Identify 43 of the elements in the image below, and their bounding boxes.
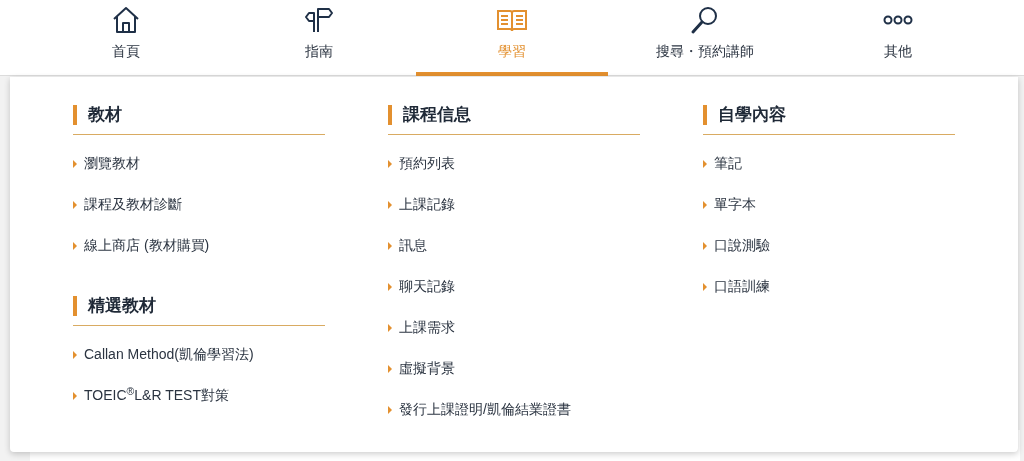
section-heading: 精選教材 bbox=[73, 296, 325, 316]
menu-link[interactable]: 上課記錄 bbox=[399, 194, 455, 215]
caret-icon bbox=[388, 364, 392, 373]
caret-icon bbox=[703, 241, 707, 250]
caret-icon bbox=[388, 159, 392, 168]
search-icon bbox=[689, 5, 720, 35]
menu-link[interactable]: 預約列表 bbox=[399, 153, 455, 174]
caret-icon bbox=[388, 200, 392, 209]
caret-icon bbox=[388, 405, 392, 414]
nav-tab[interactable]: 指南 bbox=[222, 0, 416, 76]
caret-icon bbox=[388, 282, 392, 291]
caret-icon bbox=[73, 159, 77, 168]
menu-link[interactable]: 口語訓練 bbox=[714, 276, 770, 297]
caret-icon bbox=[73, 241, 77, 250]
nav-tab[interactable]: 其他 bbox=[801, 0, 994, 76]
menu-link[interactable]: 口說測驗 bbox=[714, 235, 770, 256]
menu-link[interactable]: 上課需求 bbox=[399, 317, 455, 338]
section-heading: 教材 bbox=[73, 105, 325, 125]
menu-link[interactable]: 單字本 bbox=[714, 194, 756, 215]
section-heading: 自學內容 bbox=[703, 105, 955, 125]
menu-link[interactable]: 線上商店 (教材購買) bbox=[84, 235, 210, 256]
menu-link[interactable]: TOEIC$^{®}$L&R TEST對策 bbox=[84, 385, 229, 406]
section-heading: 課程信息 bbox=[388, 105, 640, 125]
caret-icon bbox=[703, 282, 707, 291]
caret-icon bbox=[73, 350, 77, 359]
caret-icon bbox=[388, 241, 392, 250]
caret-icon bbox=[73, 200, 77, 209]
nav-tab[interactable]: 首頁 bbox=[30, 0, 223, 76]
menu-link[interactable]: 瀏覽教材 bbox=[84, 153, 140, 174]
signpost-icon bbox=[304, 5, 335, 35]
menu-link[interactable]: 課程及教材診斷 bbox=[84, 194, 182, 215]
menu-link[interactable]: 訊息 bbox=[399, 235, 427, 256]
menu-link[interactable]: 虛擬背景 bbox=[399, 358, 455, 379]
menu-link[interactable]: 筆記 bbox=[714, 153, 742, 174]
menu-link[interactable]: 發行上課證明/凱倫結業證書 bbox=[399, 399, 571, 420]
nav-tab[interactable]: 搜尋・預約講師 bbox=[608, 0, 802, 76]
more-icon bbox=[882, 15, 913, 25]
caret-icon bbox=[388, 323, 392, 332]
menu-link[interactable]: 聊天記錄 bbox=[399, 276, 455, 297]
caret-icon bbox=[703, 200, 707, 209]
caret-icon bbox=[703, 159, 707, 168]
caret-icon bbox=[73, 391, 77, 400]
menu-link[interactable]: Callan Method(凱倫學習法) bbox=[84, 344, 254, 365]
